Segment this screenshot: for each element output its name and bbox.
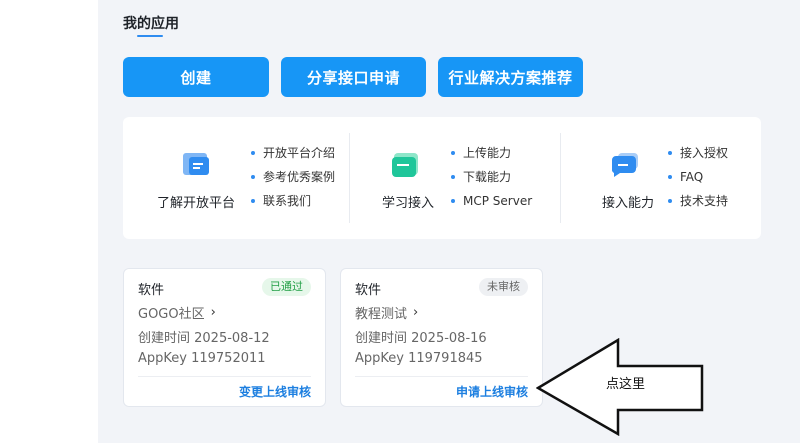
app-name-link[interactable]: 教程测试 › bbox=[355, 303, 418, 322]
bullet-dot bbox=[451, 151, 455, 155]
card-divider bbox=[355, 376, 528, 377]
bullet-dot bbox=[668, 175, 672, 179]
card-divider bbox=[138, 376, 311, 377]
status-badge: 未审核 bbox=[479, 278, 528, 296]
learn-link-list: 上传能力 下载能力 MCP Server bbox=[451, 141, 532, 213]
group-label-platform: 了解开放平台 bbox=[157, 196, 236, 211]
app-type: 软件 bbox=[355, 283, 382, 298]
bullet-dot bbox=[251, 199, 255, 203]
link-auth[interactable]: 接入授权 bbox=[668, 141, 728, 165]
app-name: 教程测试 bbox=[355, 307, 408, 322]
info-card: 了解开放平台 开放平台介绍 参考优秀案例 联系我们 学习接入 上传能力 下载能力… bbox=[123, 117, 761, 239]
link-download[interactable]: 下载能力 bbox=[451, 165, 532, 189]
bullet-dot bbox=[251, 175, 255, 179]
link-cases[interactable]: 参考优秀案例 bbox=[251, 165, 335, 189]
learn-icon bbox=[392, 153, 418, 177]
info-group-learn: 学习接入 上传能力 下载能力 MCP Server bbox=[350, 117, 560, 239]
create-button[interactable]: 创建 bbox=[123, 57, 269, 97]
access-link-list: 接入授权 FAQ 技术支持 bbox=[668, 141, 728, 213]
bullet-dot bbox=[668, 151, 672, 155]
group-label-learn: 学习接入 bbox=[382, 196, 435, 211]
app-created-time: 创建时间 2025-08-12 bbox=[138, 331, 270, 346]
chat-icon bbox=[611, 153, 638, 177]
status-badge: 已通过 bbox=[262, 278, 311, 296]
info-group-access: 接入能力 接入授权 FAQ 技术支持 bbox=[561, 117, 761, 239]
link-contact[interactable]: 联系我们 bbox=[251, 189, 335, 213]
industry-solution-button[interactable]: 行业解决方案推荐 bbox=[438, 57, 583, 97]
link-mcp-server[interactable]: MCP Server bbox=[451, 189, 532, 213]
link-faq[interactable]: FAQ bbox=[668, 165, 728, 189]
section-title: 我的应用 bbox=[123, 16, 179, 32]
annotation-text: 点这里 bbox=[606, 377, 646, 392]
link-upload[interactable]: 上传能力 bbox=[451, 141, 532, 165]
platform-link-list: 开放平台介绍 参考优秀案例 联系我们 bbox=[251, 141, 335, 213]
link-platform-intro[interactable]: 开放平台介绍 bbox=[251, 141, 335, 165]
info-group-platform: 了解开放平台 开放平台介绍 参考优秀案例 联系我们 bbox=[123, 117, 349, 239]
title-underline bbox=[137, 35, 163, 37]
app-card: 软件 已通过 GOGO社区 › 创建时间 2025-08-12 AppKey 1… bbox=[123, 268, 326, 407]
app-key: AppKey 119752011 bbox=[138, 351, 266, 366]
bullet-dot bbox=[451, 199, 455, 203]
group-label-access: 接入能力 bbox=[602, 196, 655, 211]
chevron-right-icon: › bbox=[210, 305, 216, 320]
bullet-dot bbox=[451, 175, 455, 179]
app-key: AppKey 119791845 bbox=[355, 351, 483, 366]
chevron-right-icon: › bbox=[413, 305, 419, 320]
share-api-apply-button[interactable]: 分享接口申请 bbox=[281, 57, 426, 97]
app-type: 软件 bbox=[138, 283, 165, 298]
app-name-link[interactable]: GOGO社区 › bbox=[138, 303, 216, 322]
apply-online-review-button[interactable]: 申请上线审核 bbox=[456, 383, 528, 400]
bullet-dot bbox=[668, 199, 672, 203]
change-online-review-button[interactable]: 变更上线审核 bbox=[239, 383, 311, 400]
link-tech-support[interactable]: 技术支持 bbox=[668, 189, 728, 213]
platform-icon bbox=[183, 153, 209, 175]
app-created-time: 创建时间 2025-08-16 bbox=[355, 331, 487, 346]
bullet-dot bbox=[251, 151, 255, 155]
app-card: 软件 未审核 教程测试 › 创建时间 2025-08-16 AppKey 119… bbox=[340, 268, 543, 407]
app-name: GOGO社区 bbox=[138, 307, 205, 322]
